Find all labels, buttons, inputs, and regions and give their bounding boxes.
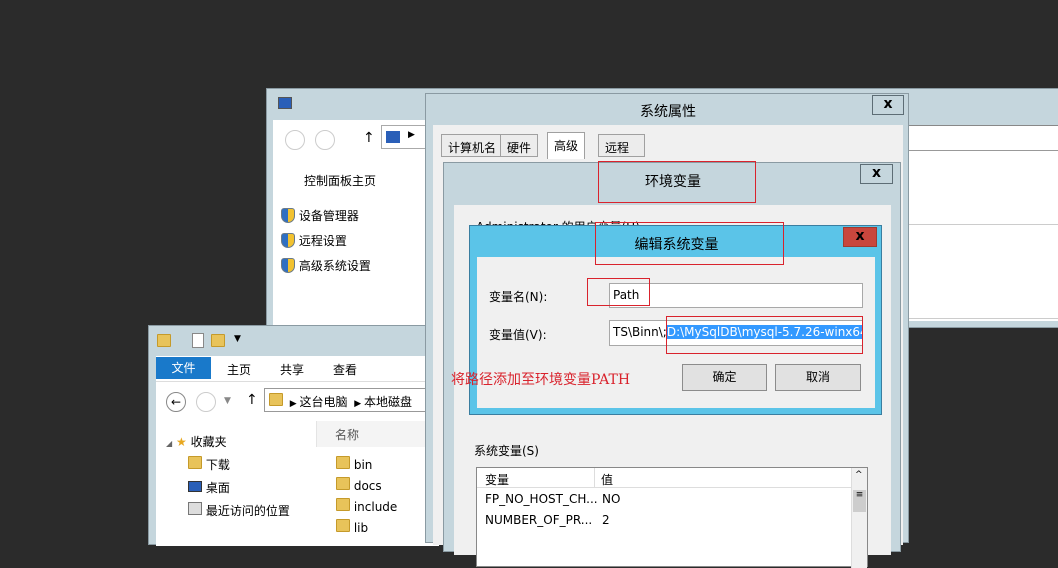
table-row[interactable]: FP_NO_HOST_CH... NO xyxy=(485,492,620,506)
folder-icon xyxy=(336,519,350,532)
tab-computer-name[interactable]: 计算机名 xyxy=(441,134,504,157)
file-item[interactable]: docs xyxy=(336,477,382,493)
scroll-thumb[interactable]: ≡ xyxy=(853,490,866,512)
tab-share[interactable]: 共享 xyxy=(280,361,304,378)
system-icon xyxy=(278,97,292,109)
close-button[interactable]: x xyxy=(872,95,904,115)
annotation-text: 将路径添加至环境变量PATH xyxy=(451,372,631,388)
tab-file[interactable]: 文件 xyxy=(156,357,211,379)
table-row[interactable]: NUMBER_OF_PR... 2 xyxy=(485,513,610,527)
nav-label: 下载 xyxy=(205,458,230,472)
folder-icon xyxy=(336,498,350,511)
system-vars-label: 系统变量(S) xyxy=(474,444,539,458)
control-panel-sidebar: ↑ 控制面板主页 设备管理器 远程设置 高级系统设置 xyxy=(273,120,425,325)
file-name: docs xyxy=(353,479,382,493)
explorer-body: 文件 主页 共享 查看 ← ▼ ↑ ▶ 这台电脑 ▶ 本地磁盘 ◢ ★ 收藏夹 … xyxy=(156,356,446,546)
recent-places-icon xyxy=(188,502,202,515)
column-header-value[interactable]: 值 xyxy=(595,468,851,488)
close-button[interactable]: x xyxy=(860,164,893,184)
selected-text: D:\MySqlDB\mysql-5.7.26-winx64 xyxy=(666,325,862,339)
close-button[interactable]: x xyxy=(843,227,877,247)
cancel-button[interactable]: 取消 xyxy=(775,364,861,391)
favorites-node[interactable]: ◢ ★ 收藏夹 xyxy=(166,433,227,450)
file-name: lib xyxy=(353,521,369,535)
desktop-icon xyxy=(188,481,202,492)
cell-name: FP_NO_HOST_CH... xyxy=(485,492,598,506)
scroll-up-icon[interactable]: ^ xyxy=(855,470,863,480)
up-arrow-icon[interactable]: ↑ xyxy=(363,130,375,146)
system-vars-table[interactable]: 变量 值 FP_NO_HOST_CH... NO NUMBER_OF_PR... 2… xyxy=(476,467,868,568)
link-advanced-settings[interactable]: 高级系统设置 xyxy=(281,257,371,276)
nav-label: 最近访问的位置 xyxy=(205,504,290,518)
file-name: bin xyxy=(353,458,373,472)
dialog-title: 编辑系统变量 xyxy=(634,237,719,253)
address-bar[interactable]: ▶ 这台电脑 ▶ 本地磁盘 xyxy=(264,388,444,412)
tab-advanced[interactable]: 高级 xyxy=(547,132,586,159)
ok-button[interactable]: 确定 xyxy=(682,364,767,391)
value-prefix: TS\Binn\; xyxy=(613,325,667,339)
scrollbar[interactable]: ^ ≡ xyxy=(851,468,867,568)
variable-name-label: 变量名(N): xyxy=(489,290,548,304)
breadcrumb-this-pc[interactable]: 这台电脑 xyxy=(299,395,347,409)
variable-name-input[interactable]: Path xyxy=(609,283,863,308)
link-device-manager[interactable]: 设备管理器 xyxy=(281,207,359,226)
file-item[interactable]: include xyxy=(336,498,397,514)
file-item[interactable]: lib xyxy=(336,519,368,535)
dialog-title: 系统属性 xyxy=(640,104,696,120)
explorer-window: ▼ 文件 主页 共享 查看 ← ▼ ↑ ▶ 这台电脑 ▶ 本地磁盘 ◢ ★ 收藏… xyxy=(148,325,446,546)
nav-label: 桌面 xyxy=(205,481,230,495)
quick-access-dropdown-icon[interactable]: ▼ xyxy=(234,334,241,344)
nav-item-downloads[interactable]: 下载 xyxy=(188,456,230,473)
variable-value-label: 变量值(V): xyxy=(489,328,547,342)
file-name: include xyxy=(353,500,398,514)
nav-item-recent[interactable]: 最近访问的位置 xyxy=(188,502,290,519)
download-folder-icon xyxy=(188,456,202,469)
sidebar-title[interactable]: 控制面板主页 xyxy=(304,172,376,189)
star-icon: ★ xyxy=(175,435,187,449)
link-label: 高级系统设置 xyxy=(298,259,371,273)
favorites-label: 收藏夹 xyxy=(190,435,227,449)
shield-icon xyxy=(281,258,295,273)
shield-icon xyxy=(281,233,295,248)
folder-icon xyxy=(269,393,283,406)
tab-hardware[interactable]: 硬件 xyxy=(500,134,539,157)
back-button[interactable]: ← xyxy=(166,392,186,412)
recent-dropdown-icon[interactable]: ▼ xyxy=(224,396,231,406)
variable-value-input[interactable]: TS\Binn\;D:\MySqlDB\mysql-5.7.26-winx64 xyxy=(609,320,863,346)
cell-value: NO xyxy=(602,492,621,506)
forward-button[interactable] xyxy=(196,392,216,412)
link-remote-settings[interactable]: 远程设置 xyxy=(281,232,347,251)
forward-button[interactable] xyxy=(315,130,335,150)
back-button[interactable] xyxy=(285,130,305,150)
cell-value: 2 xyxy=(602,513,610,527)
control-panel-content xyxy=(909,125,1058,321)
tab-home[interactable]: 主页 xyxy=(227,361,251,378)
file-item[interactable]: bin xyxy=(336,456,372,472)
folder-icon xyxy=(336,456,350,469)
tab-view[interactable]: 查看 xyxy=(333,361,357,378)
link-label: 设备管理器 xyxy=(298,209,359,223)
shield-icon xyxy=(281,208,295,223)
breadcrumb-local-disk[interactable]: 本地磁盘 xyxy=(364,395,412,409)
up-arrow-icon[interactable]: ↑ xyxy=(246,392,258,408)
properties-icon[interactable] xyxy=(192,333,204,348)
address-bar[interactable]: ▶ xyxy=(381,125,427,149)
dialog-title: 环境变量 xyxy=(645,174,701,190)
link-label: 远程设置 xyxy=(298,234,347,248)
new-folder-icon[interactable] xyxy=(211,334,225,347)
folder-icon xyxy=(157,334,171,347)
folder-icon xyxy=(336,477,350,490)
column-header-variable[interactable]: 变量 xyxy=(477,468,595,488)
tab-remote[interactable]: 远程 xyxy=(598,134,645,157)
cell-name: NUMBER_OF_PR... xyxy=(485,513,593,527)
nav-item-desktop[interactable]: 桌面 xyxy=(188,479,230,496)
